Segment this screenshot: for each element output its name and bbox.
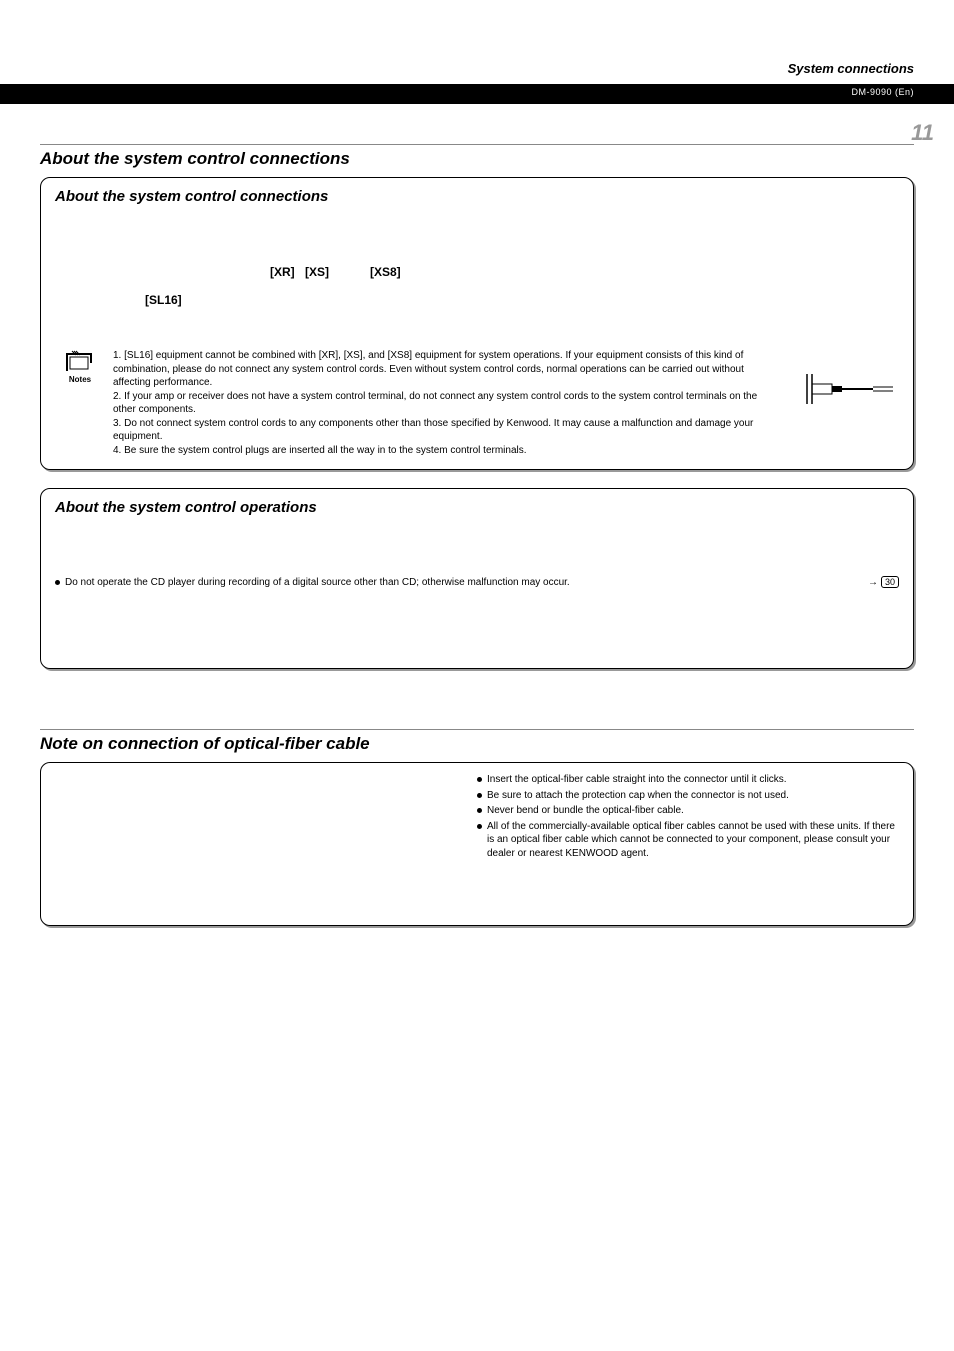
bullet-dot (477, 793, 482, 798)
arrow-icon: → (868, 577, 878, 588)
bullet-dot (477, 808, 482, 813)
optical-illustration-area (55, 773, 477, 913)
bullet-dot (477, 824, 482, 829)
marks-row: [XR] [XS] [XS8] [SL16] (55, 265, 899, 281)
mark-sl16: [SL16] (145, 293, 182, 307)
bullet-dot (55, 580, 60, 585)
panel1-title: About the system control connections (55, 188, 899, 205)
header-section: System connections (788, 61, 914, 76)
note-4: 4. Be sure the system control plugs are … (113, 444, 759, 458)
opt-bullet-3: Never bend or bundle the optical-fiber c… (487, 804, 899, 818)
note-2: 2. If your amp or receiver does not have… (113, 390, 759, 417)
opt-bullet-2: Be sure to attach the protection cap whe… (487, 789, 899, 803)
system-control-connections-panel: About the system control connections [XR… (40, 177, 914, 470)
page-ref-number: 30 (881, 576, 899, 588)
mark-xr: [XR] (270, 265, 295, 279)
divider (40, 144, 914, 145)
bullet-dot (477, 777, 482, 782)
divider (40, 729, 914, 730)
note-3: 3. Do not connect system control cords t… (113, 417, 759, 444)
system-control-operations-panel: About the system control operations Do n… (40, 488, 914, 669)
notes-label: Notes (69, 375, 91, 384)
notes-icon: Notes (55, 349, 105, 384)
mark-xs8: [XS8] (370, 265, 401, 279)
optical-fiber-panel: Insert the optical-fiber cable straight … (40, 762, 914, 926)
model-code: DM-9090 (En) (851, 87, 914, 97)
header-bar: DM-9090 (En) (0, 84, 954, 104)
opt-bullet-1: Insert the optical-fiber cable straight … (487, 773, 899, 787)
optical-notes: Insert the optical-fiber cable straight … (477, 773, 899, 913)
terminal-illustration (803, 374, 893, 409)
note-1: 1. [SL16] equipment cannot be combined w… (113, 349, 759, 390)
page-number: 11 (911, 120, 934, 146)
mark-xs: [XS] (305, 265, 329, 279)
page-ref: → 30 (868, 576, 899, 588)
ops-bullet-text: Do not operate the CD player during reco… (65, 577, 570, 588)
panel2-title: About the system control operations (55, 499, 899, 516)
notes-text: 1. [SL16] equipment cannot be combined w… (113, 349, 899, 457)
opt-bullet-4: All of the commercially-available optica… (487, 820, 899, 861)
main-heading: About the system control connections (40, 149, 914, 169)
panel3-heading: Note on connection of optical-fiber cabl… (40, 734, 914, 754)
